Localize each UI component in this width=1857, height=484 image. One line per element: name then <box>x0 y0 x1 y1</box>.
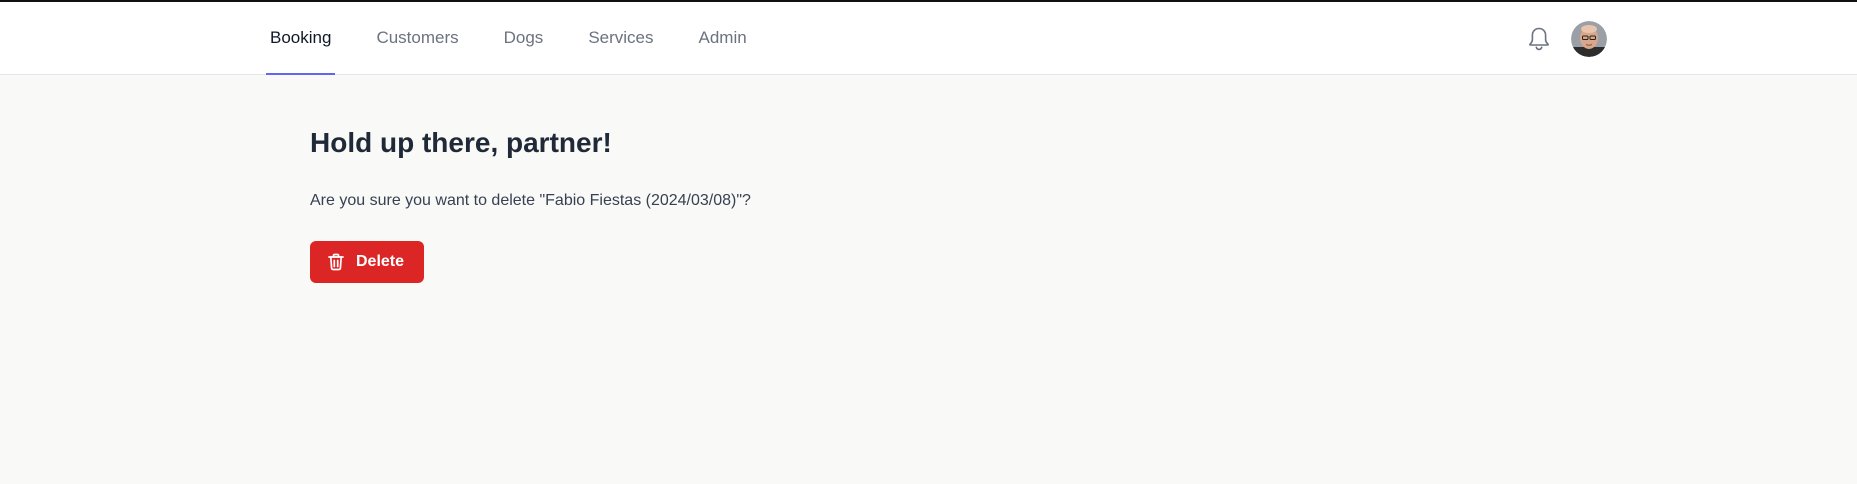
delete-button[interactable]: Delete <box>310 241 424 283</box>
nav-item-customers[interactable]: Customers <box>372 2 462 74</box>
nav-item-services[interactable]: Services <box>584 2 657 74</box>
bell-icon[interactable] <box>1527 26 1551 52</box>
page-title: Hold up there, partner! <box>310 127 612 158</box>
nav-item-booking[interactable]: Booking <box>266 2 336 75</box>
main-nav: Booking Customers Dogs Services Admin <box>266 2 788 75</box>
trash-icon <box>326 252 346 272</box>
app-header: Booking Customers Dogs Services Admin <box>0 2 1857 75</box>
nav-item-dogs[interactable]: Dogs <box>500 2 548 74</box>
delete-button-label: Delete <box>356 253 405 270</box>
user-avatar[interactable] <box>1571 21 1607 57</box>
confirm-message: Are you sure you want to delete "Fabio F… <box>310 192 751 209</box>
nav-item-admin[interactable]: Admin <box>695 2 751 74</box>
